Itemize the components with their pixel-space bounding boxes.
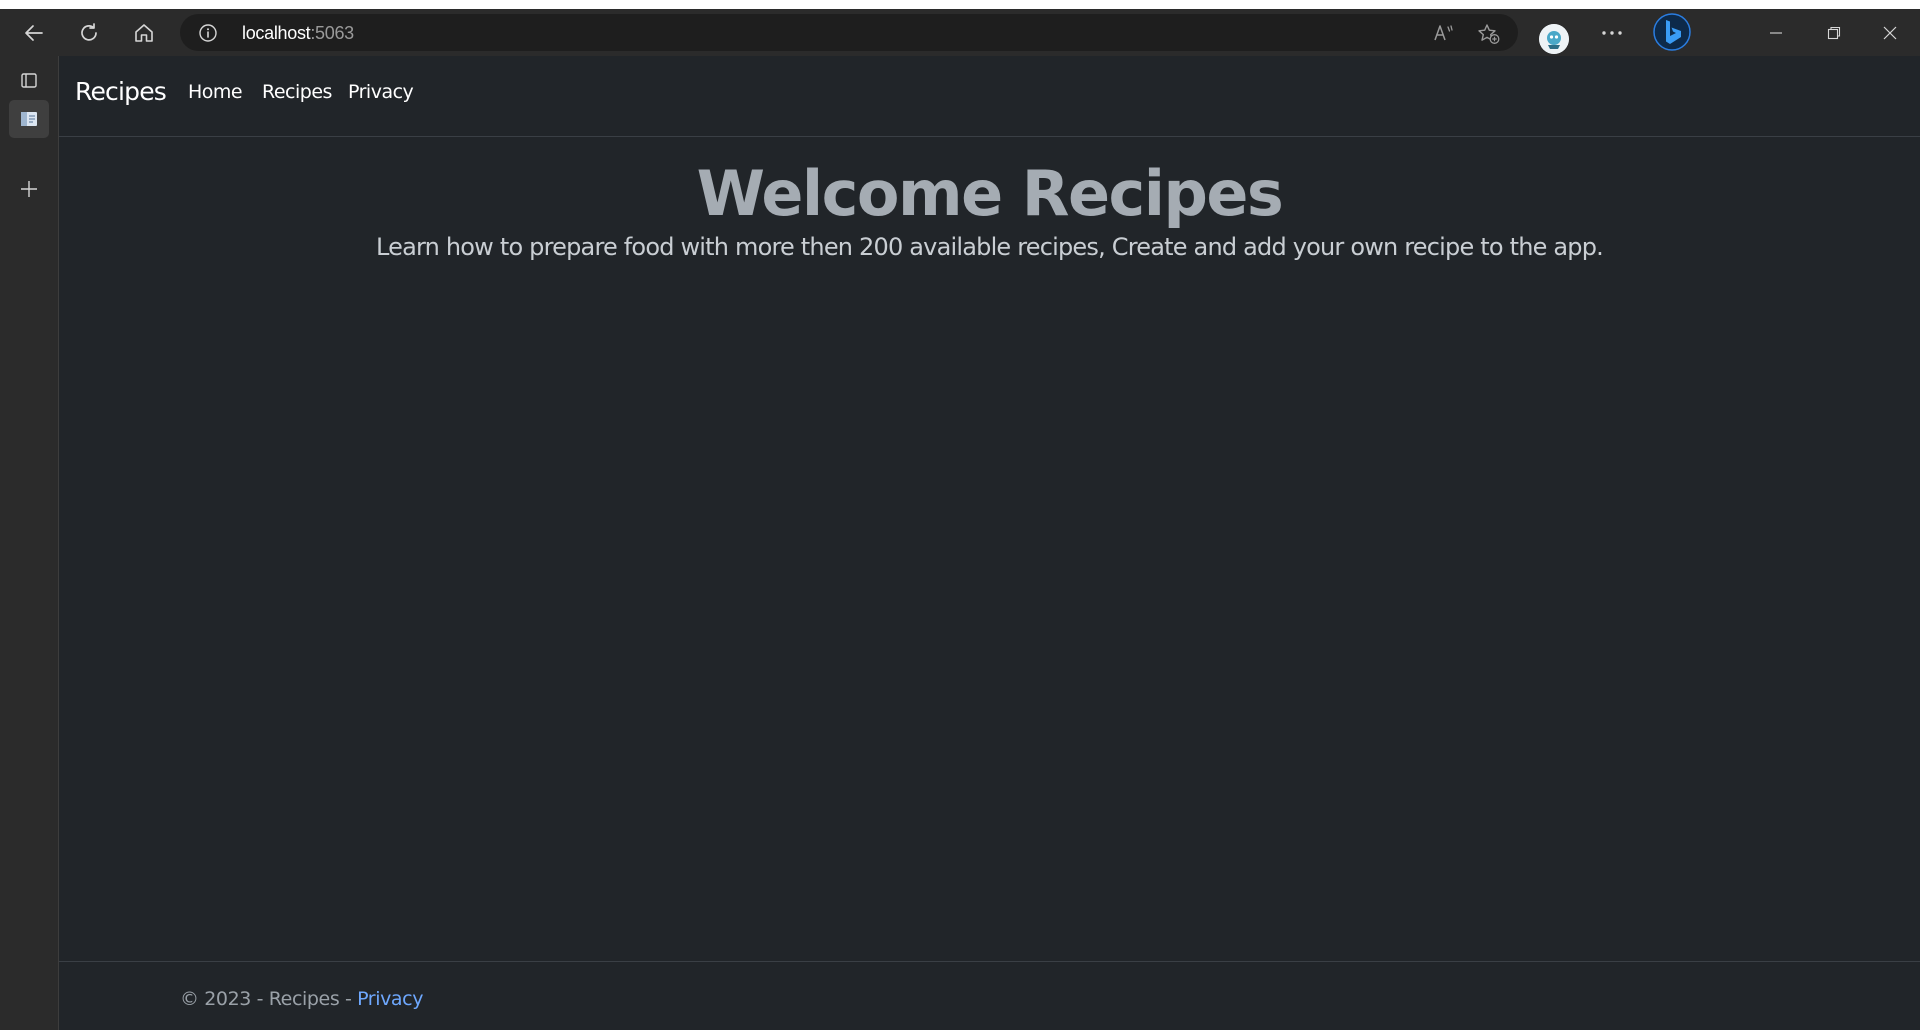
- close-icon: [1883, 26, 1897, 40]
- url-port: :5063: [310, 23, 354, 43]
- more-options-icon: [1602, 31, 1622, 35]
- page-subtitle: Learn how to prepare food with more then…: [375, 233, 1604, 261]
- profile-avatar-icon: [1539, 24, 1569, 54]
- minimize-button[interactable]: [1750, 16, 1802, 50]
- vertical-tab-icon: [21, 112, 37, 126]
- browser-window: localhost:5063 Recipes Home Recipes Priv…: [0, 9, 1920, 1030]
- refresh-button[interactable]: [71, 16, 107, 50]
- web-page: Recipes Home Recipes Privacy Welcome Rec…: [59, 56, 1920, 1030]
- copilot-icon: [1653, 13, 1691, 51]
- restore-icon: [1827, 26, 1841, 40]
- navbar-brand[interactable]: Recipes: [75, 77, 167, 107]
- browser-toolbar: localhost:5063: [0, 9, 1920, 56]
- vertical-tab-active[interactable]: [9, 100, 49, 138]
- url-host: localhost: [242, 23, 311, 43]
- home-button[interactable]: [126, 16, 162, 50]
- restore-button[interactable]: [1808, 16, 1860, 50]
- more-options-button[interactable]: [1594, 16, 1630, 50]
- tab-actions-button[interactable]: [9, 61, 49, 99]
- tab-actions-icon: [21, 73, 37, 88]
- copilot-button[interactable]: [1652, 12, 1692, 52]
- profile-avatar[interactable]: [1539, 24, 1569, 54]
- browser-sidebar: [0, 56, 59, 1030]
- refresh-icon: [81, 23, 97, 41]
- site-info-icon[interactable]: [198, 23, 218, 43]
- footer-copyright: © 2023 - Recipes -: [180, 988, 358, 1010]
- home-icon: [135, 24, 153, 42]
- new-tab-button[interactable]: [9, 170, 49, 208]
- url-text[interactable]: localhost:5063: [242, 23, 354, 43]
- address-bar[interactable]: localhost:5063: [180, 14, 1518, 51]
- nav-link-home[interactable]: Home: [188, 81, 243, 103]
- nav-link-recipes[interactable]: Recipes: [262, 81, 332, 103]
- site-navbar: Recipes Home Recipes Privacy: [59, 56, 1920, 137]
- close-window-button[interactable]: [1864, 16, 1916, 50]
- footer-text: © 2023 - Recipes - Privacy: [180, 988, 423, 1010]
- footer-privacy-link[interactable]: Privacy: [357, 988, 423, 1010]
- add-favorite-icon[interactable]: [1477, 23, 1501, 45]
- nav-link-privacy[interactable]: Privacy: [348, 81, 414, 103]
- new-tab-icon: [21, 181, 37, 197]
- read-aloud-icon[interactable]: [1433, 23, 1455, 43]
- screen-top-strip: [0, 0, 1920, 9]
- site-footer: © 2023 - Recipes - Privacy: [59, 961, 1920, 1031]
- back-icon: [25, 25, 43, 41]
- back-button[interactable]: [16, 16, 52, 50]
- page-title: Welcome Recipes: [696, 157, 1284, 230]
- minimize-icon: [1770, 32, 1782, 34]
